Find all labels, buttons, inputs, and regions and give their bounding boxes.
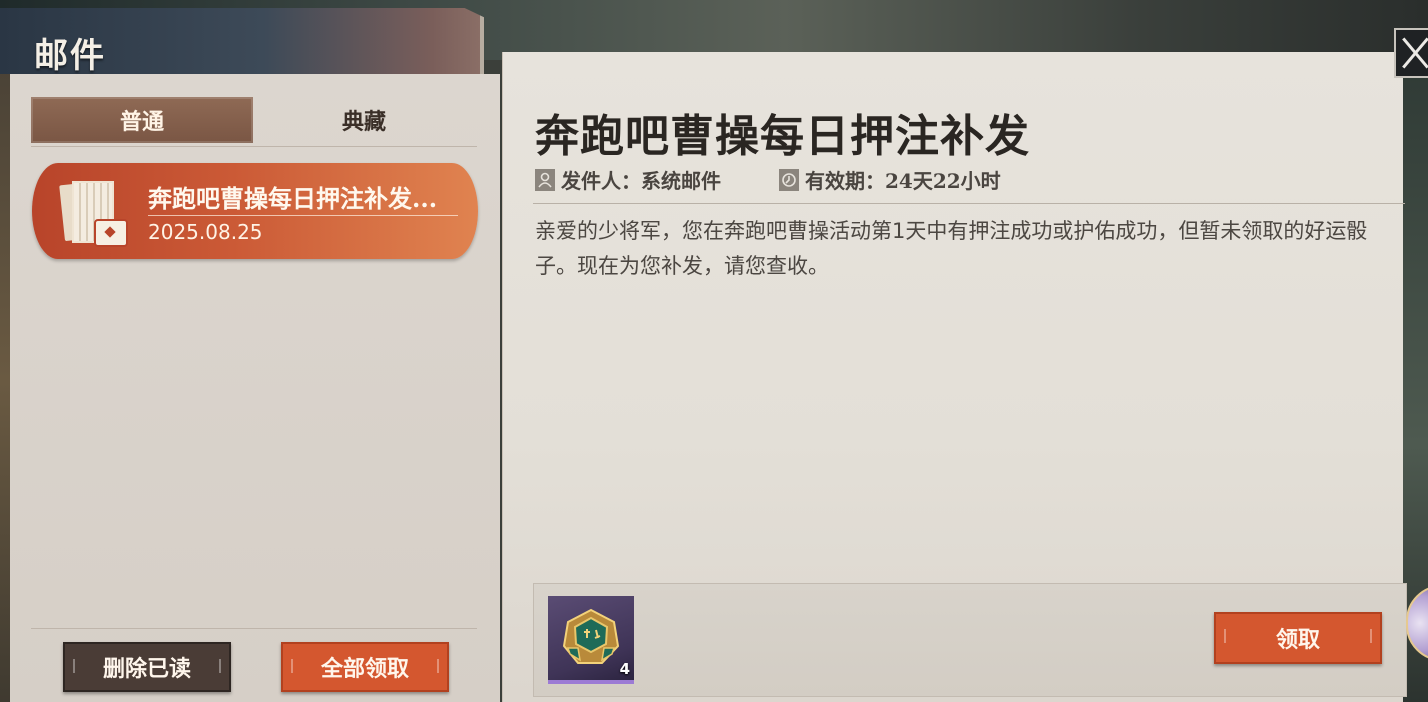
mail-item-divider: [148, 215, 458, 216]
tab-divider: [31, 146, 477, 147]
tab-collection[interactable]: 典藏: [253, 97, 475, 143]
clock-icon: [779, 168, 799, 191]
chest-icon: [94, 219, 128, 247]
claim-all-button[interactable]: 全部领取: [281, 642, 449, 692]
title-banner: 邮件: [0, 8, 484, 74]
mail-envelope-icon: [59, 177, 128, 247]
mail-item-title: 奔跑吧曹操每日押注补发...: [148, 184, 438, 213]
window-title: 邮件: [34, 36, 106, 76]
close-button[interactable]: [1394, 28, 1428, 78]
mail-body-text: 亲爱的少将军，您在奔跑吧曹操活动第1天中有押注成功或护佑成功，但暂未领取的好运骰…: [535, 219, 1368, 278]
reward-count: 4: [619, 660, 630, 678]
delete-read-button[interactable]: 删除已读: [63, 642, 231, 692]
reward-item[interactable]: 4: [548, 596, 634, 684]
footer-divider: [31, 628, 477, 629]
mail-list-item[interactable]: 奔跑吧曹操每日押注补发... 2025.08.25: [32, 163, 478, 259]
mail-detail-panel: 奔跑吧曹操每日押注补发 发件人：系统邮件 有效期：24天22小时 亲爱的少将军，…: [502, 52, 1407, 702]
sender-info: 发件人：系统邮件: [535, 165, 721, 194]
dice-icon: [562, 608, 620, 664]
reward-area: 4 领取: [533, 583, 1407, 697]
background-left: [0, 60, 10, 702]
tab-normal[interactable]: 普通: [31, 97, 253, 143]
validity-info: 有效期：24天22小时: [779, 165, 1001, 194]
detail-divider: [533, 203, 1405, 204]
claim-button[interactable]: 领取: [1214, 612, 1382, 664]
mail-list-panel: 普通 典藏 奔跑吧曹操每日押注补发... 2025.08.25 删除已读 全部领…: [10, 74, 500, 702]
mail-detail-title: 奔跑吧曹操每日押注补发: [535, 111, 1030, 162]
validity-label: 有效期：24天22小时: [805, 169, 1001, 193]
person-icon: [535, 168, 555, 191]
sender-label: 发件人：系统邮件: [561, 169, 721, 193]
mail-item-date: 2025.08.25: [148, 220, 263, 244]
